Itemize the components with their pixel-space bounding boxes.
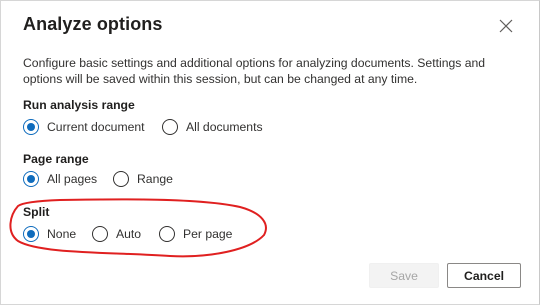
run-analysis-range-label: Run analysis range: [23, 98, 135, 112]
radio-label: All pages: [47, 172, 98, 186]
close-button[interactable]: [497, 17, 515, 35]
radio-indicator: [23, 171, 39, 187]
analyze-options-dialog: Analyze options Configure basic settings…: [0, 0, 540, 305]
radio-label: Range: [137, 172, 173, 186]
radio-indicator: [162, 119, 178, 135]
radio-indicator: [23, 119, 39, 135]
radio-current-document[interactable]: Current document: [23, 119, 145, 135]
close-icon: [499, 19, 513, 33]
radio-indicator: [23, 226, 39, 242]
radio-label: Current document: [47, 120, 145, 134]
split-label: Split: [23, 205, 50, 219]
radio-range[interactable]: Range: [113, 171, 173, 187]
radio-split-auto[interactable]: Auto: [92, 226, 141, 242]
dialog-title: Analyze options: [23, 14, 163, 34]
radio-indicator: [159, 226, 175, 242]
radio-all-pages[interactable]: All pages: [23, 171, 97, 187]
radio-indicator: [113, 171, 129, 187]
radio-label: All documents: [186, 120, 263, 134]
radio-split-none[interactable]: None: [23, 226, 76, 242]
radio-indicator: [92, 226, 108, 242]
cancel-button[interactable]: Cancel: [447, 263, 521, 288]
save-button[interactable]: Save: [369, 263, 439, 288]
page-range-label: Page range: [23, 152, 89, 166]
radio-label: Auto: [116, 227, 142, 241]
radio-label: None: [47, 227, 77, 241]
radio-all-documents[interactable]: All documents: [162, 119, 263, 135]
dialog-description: Configure basic settings and additional …: [23, 56, 486, 86]
radio-label: Per page: [183, 227, 233, 241]
radio-split-per-page[interactable]: Per page: [159, 226, 232, 242]
